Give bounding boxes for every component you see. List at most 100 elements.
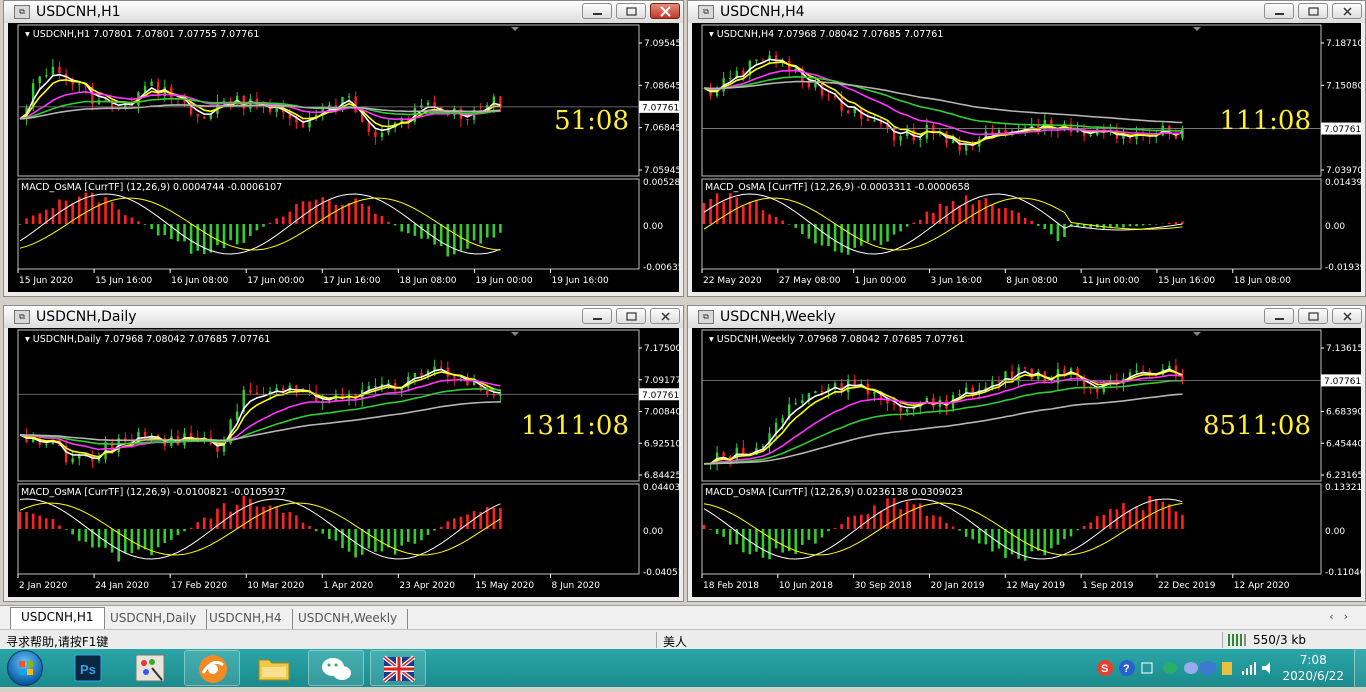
chart-shift-marker[interactable] (511, 27, 519, 31)
wechat-tray-icon[interactable] (1163, 662, 1177, 674)
close-button[interactable] (1332, 308, 1362, 324)
paint-taskbar-button[interactable] (122, 650, 178, 686)
macd-histogram-bar (820, 224, 824, 246)
ime-settings-icon[interactable] (1141, 662, 1153, 674)
macd-histogram-bar (709, 199, 712, 224)
chart-shift-marker[interactable] (511, 332, 519, 336)
macd-histogram-bar (886, 224, 889, 242)
start-button[interactable] (7, 650, 43, 686)
minimize-button[interactable] (1264, 3, 1294, 19)
window-titlebar[interactable]: ⧉ USDCNH,H4 (688, 1, 1365, 23)
tab-scroll-arrows[interactable]: ‹› (1329, 610, 1358, 623)
shield-icon[interactable] (1200, 661, 1216, 676)
macd-histogram-bar (1030, 220, 1034, 224)
tab-usdcnh-weekly[interactable]: USDCNH,Weekly (288, 609, 409, 629)
tab-usdcnh-h1[interactable]: USDCNH,H1 (10, 607, 105, 630)
chart-header-ohlc: ▾ USDCNH,H4 7.07968 7.08042 7.07685 7.07… (709, 29, 943, 40)
file-explorer-taskbar-button[interactable] (246, 650, 302, 686)
metatrader-taskbar-button[interactable] (370, 650, 426, 686)
macd-histogram-bar (991, 529, 994, 552)
macd-axis-label: 0.00 (1325, 222, 1345, 232)
volume-icon[interactable] (1262, 662, 1270, 674)
candle-body (203, 116, 206, 119)
macd-histogram-bar (189, 527, 193, 529)
macd-histogram-bar (163, 224, 167, 236)
tab-usdcnh-h4[interactable]: USDCNH,H4 (199, 609, 293, 629)
time-axis-label: 20 Jan 2019 (930, 581, 984, 591)
macd-histogram-bar (702, 524, 706, 529)
chart-canvas[interactable]: ▾ USDCNH,Weekly 7.07968 7.08042 7.07685 … (692, 328, 1363, 597)
restore-button[interactable] (616, 308, 646, 324)
chart-canvas[interactable]: ▾ USDCNH,Daily 7.07968 7.08042 7.07685 7… (8, 328, 681, 597)
photoshop-taskbar-button[interactable]: Ps (60, 650, 116, 686)
minimize-button[interactable] (582, 308, 612, 324)
chart-shift-marker[interactable] (1193, 332, 1201, 336)
macd-histogram-bar (426, 224, 430, 239)
macd-histogram-bar (38, 213, 42, 224)
close-button[interactable] (1332, 3, 1362, 19)
macd-histogram-bar (143, 529, 147, 550)
close-button[interactable] (650, 3, 680, 19)
browser-taskbar-button[interactable] (184, 650, 240, 686)
macd-axis-label: 0.00 (643, 222, 663, 232)
macd-axis-label: -0.040514 (643, 568, 681, 578)
chart-window-weekly[interactable]: ⧉ USDCNH,Weekly ▾ USDCNH,Weekly 7.07968 … (687, 305, 1366, 602)
minimize-button[interactable] (582, 3, 612, 19)
macd-histogram-bar (406, 529, 410, 542)
chart-canvas[interactable]: ▾ USDCNH,H1 7.07801 7.07801 7.07755 7.07… (8, 23, 681, 292)
wechat-taskbar-button[interactable] (308, 650, 364, 686)
close-button[interactable] (650, 308, 680, 324)
candle-body (905, 409, 909, 412)
connection-bars-icon (1228, 632, 1250, 649)
chart-window-daily[interactable]: ⧉ USDCNH,Daily ▾ USDCNH,Daily 7.07968 7.… (3, 305, 684, 602)
candle-body (755, 59, 758, 61)
minimize-button[interactable] (1264, 308, 1294, 324)
macd-histogram-bar (1102, 514, 1106, 529)
window-title: USDCNH,H4 (720, 4, 805, 20)
chat-tray-icon[interactable] (1184, 662, 1198, 674)
macd-histogram-bar (1063, 529, 1066, 540)
restore-button[interactable] (1298, 3, 1328, 19)
current-price-label: 7.07761 (642, 391, 679, 401)
security-icon[interactable] (1222, 662, 1232, 675)
window-titlebar[interactable]: ⧉ USDCNH,H1 (4, 1, 683, 23)
network-signal-icon[interactable] (1242, 662, 1256, 675)
candle-body (486, 390, 489, 395)
restore-button[interactable] (1298, 308, 1328, 324)
main-pane-frame (701, 329, 1322, 482)
macd-histogram-bar (117, 209, 121, 224)
window-titlebar[interactable]: ⧉ USDCNH,Weekly (688, 306, 1365, 328)
help-icon[interactable]: ? (1119, 660, 1135, 676)
show-desktop-button[interactable] (1354, 649, 1366, 687)
macd-histogram-bar (123, 529, 127, 554)
time-axis-label: 27 May 08:00 (779, 276, 841, 286)
chart-shift-marker[interactable] (1193, 27, 1201, 31)
macd-axis-label: 0.0440354 (643, 483, 681, 493)
tab-usdcnh-daily[interactable]: USDCNH,Daily (100, 609, 208, 629)
candle-body (143, 431, 147, 438)
time-axis-label: 17 Feb 2020 (171, 581, 227, 591)
time-axis-label: 8 Jun 2020 (552, 581, 601, 591)
time-axis-label: 15 Jun 2020 (19, 276, 73, 286)
chart-window-h4[interactable]: ⧉ USDCNH,H4 ▾ USDCNH,H4 7.07968 7.08042 … (687, 0, 1366, 297)
restore-button[interactable] (616, 3, 646, 19)
window-titlebar[interactable]: ⧉ USDCNH,Daily (4, 306, 683, 328)
macd-histogram-bar (761, 210, 765, 224)
system-clock[interactable]: 7:08 2020/6/22 (1282, 652, 1344, 684)
macd-histogram-bar (137, 221, 140, 224)
price-axis-label: 6.84425 (644, 471, 681, 481)
macd-histogram-bar (768, 529, 771, 560)
macd-histogram-bar (971, 529, 975, 540)
candle-body (1135, 370, 1138, 373)
sogou-ime-icon[interactable]: S (1097, 660, 1113, 676)
chart-canvas[interactable]: ▾ USDCNH,H4 7.07968 7.08042 7.07685 7.07… (692, 23, 1363, 292)
macd-histogram-bar (183, 224, 186, 242)
candle-body (466, 119, 469, 121)
browser-icon (199, 655, 227, 683)
macd-histogram-bar (328, 200, 331, 224)
candle-body (38, 76, 41, 84)
status-help-text: 寻求帮助,请按F1键 (6, 635, 109, 649)
chart-window-h1[interactable]: ⧉ USDCNH,H1 ▾ USDCNH,H1 7.07801 7.07801 … (3, 0, 684, 297)
macd-histogram-bar (1023, 217, 1027, 224)
macd-histogram-bar (143, 224, 147, 225)
